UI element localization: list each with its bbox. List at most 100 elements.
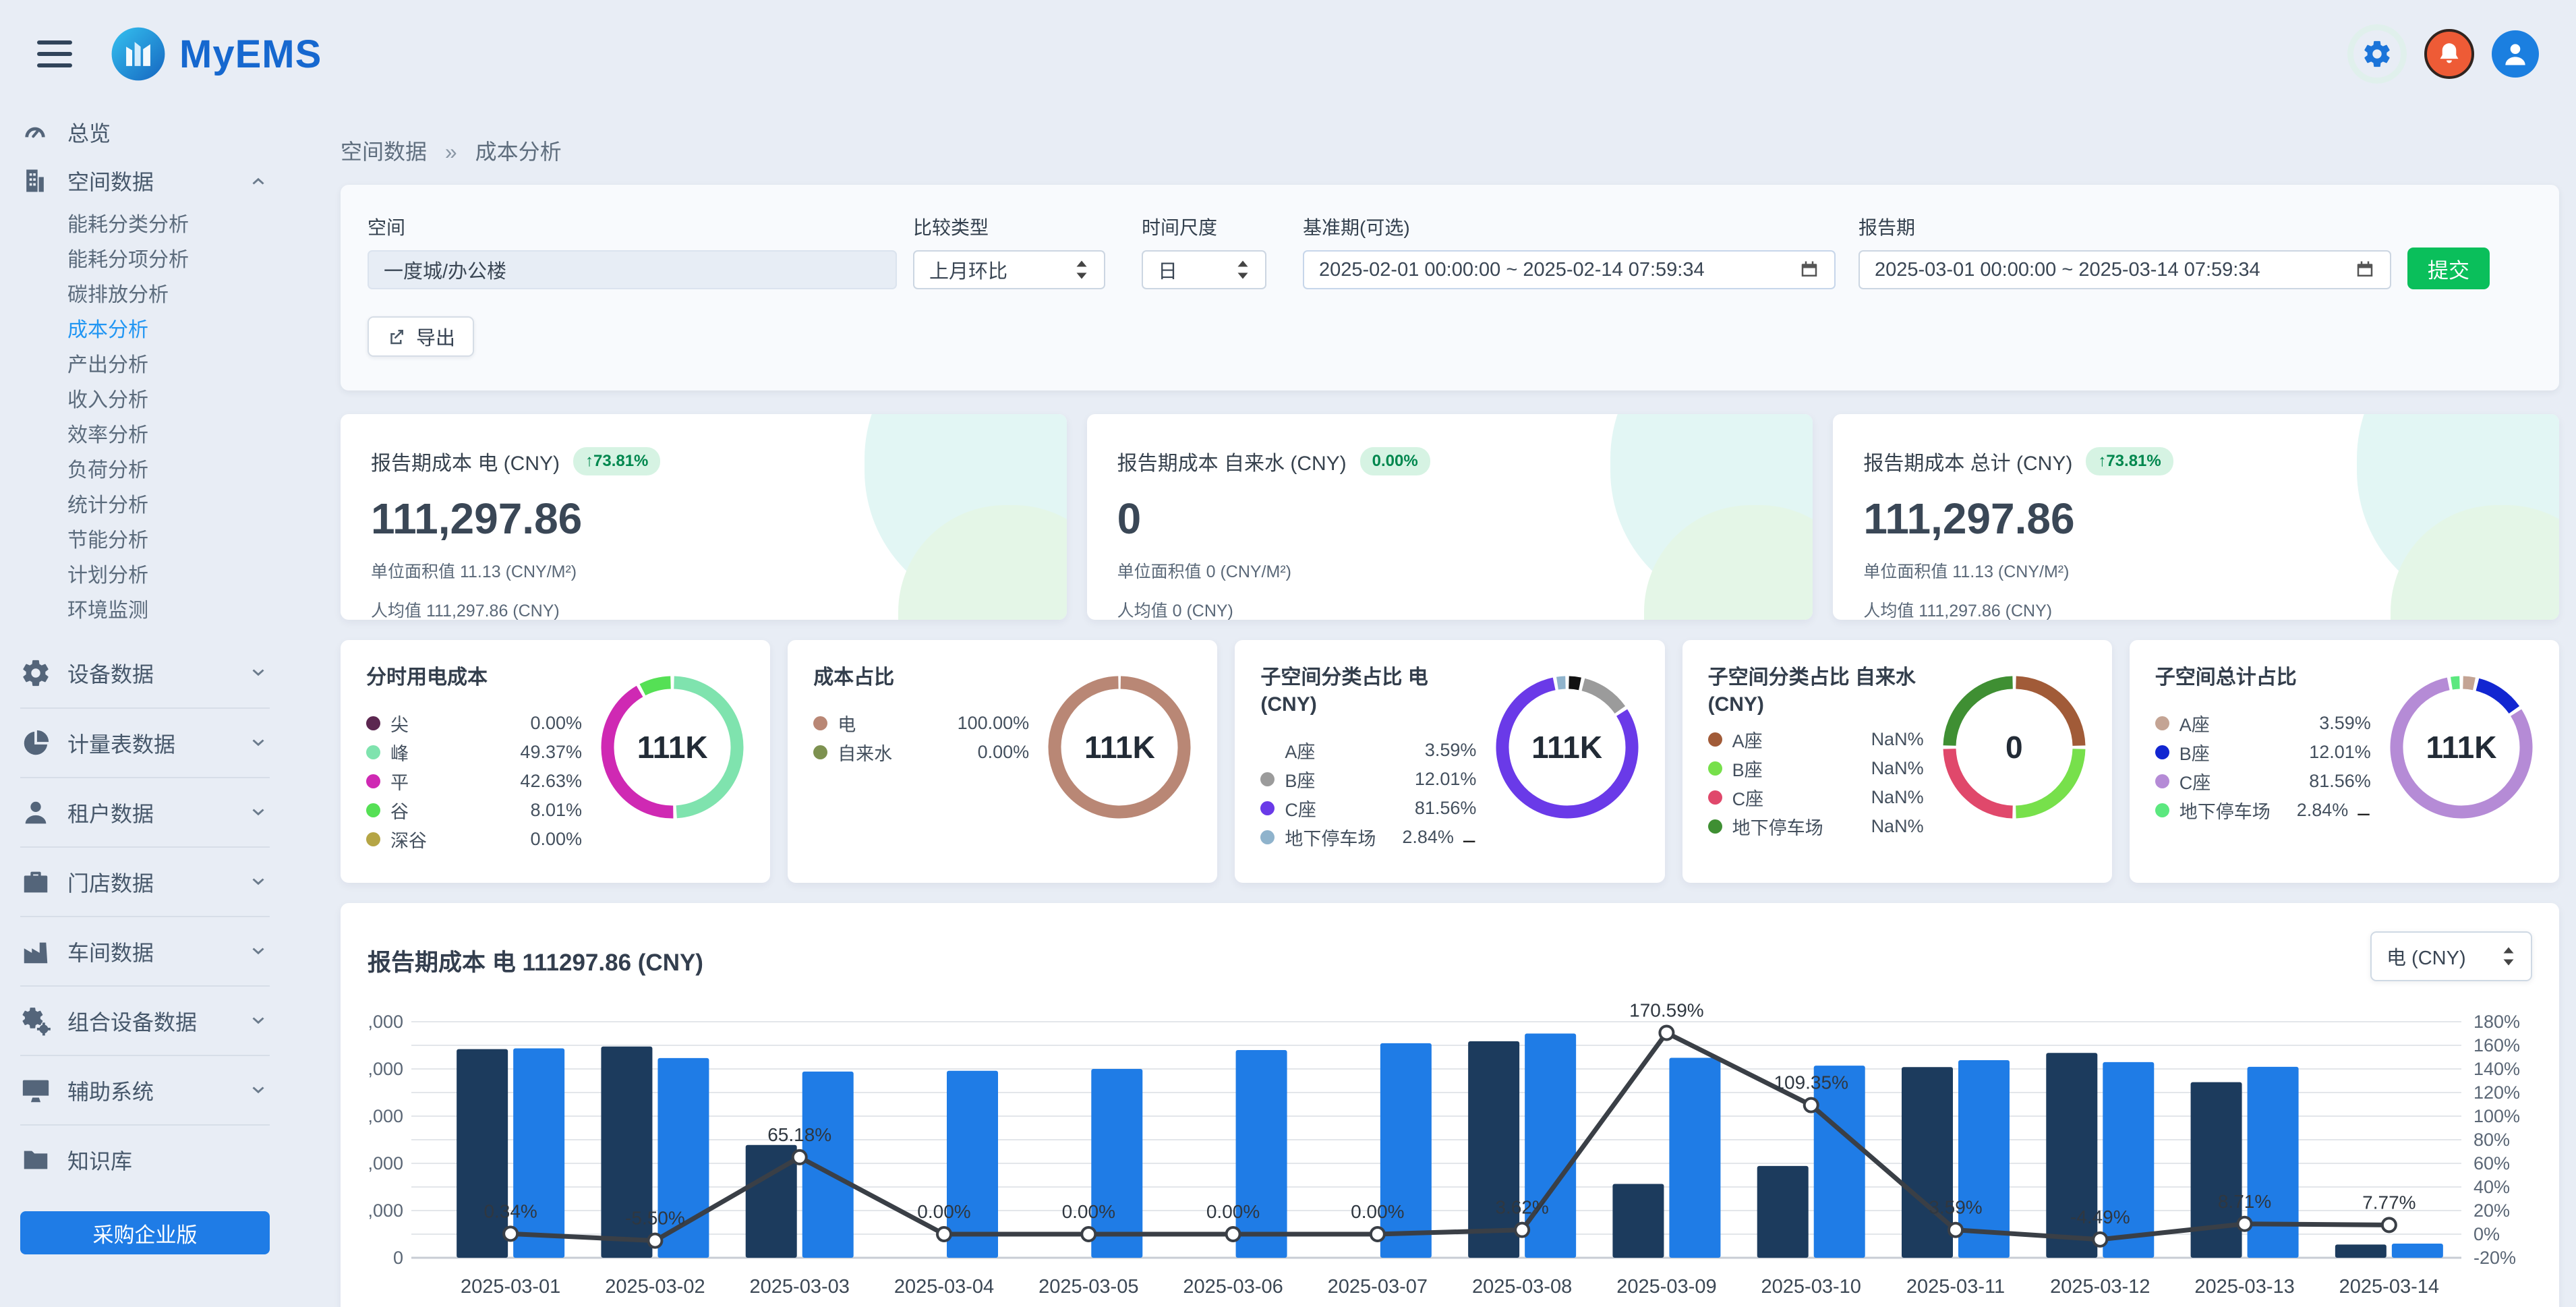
sidebar-section-gears[interactable]: 组合设备数据 bbox=[20, 985, 270, 1055]
sidebar-subitem[interactable]: 产出分析 bbox=[67, 348, 270, 383]
breadcrumb-parent[interactable]: 空间数据 bbox=[341, 140, 427, 164]
bar-reporting-period[interactable] bbox=[2103, 1062, 2154, 1258]
line-point[interactable] bbox=[1515, 1223, 1529, 1237]
sidebar-subitem[interactable]: 统计分析 bbox=[67, 488, 270, 523]
bar-base-period[interactable] bbox=[1612, 1184, 1664, 1258]
bar-reporting-period[interactable] bbox=[1236, 1050, 1287, 1258]
legend-item[interactable]: B座12.01% bbox=[2155, 738, 2371, 767]
sidebar-section-briefcase[interactable]: 门店数据 bbox=[20, 846, 270, 916]
legend-item[interactable]: 地下停车场2.84%⚊ bbox=[2155, 796, 2371, 825]
legend-item[interactable]: 平42.63% bbox=[366, 767, 582, 796]
bar-base-period[interactable] bbox=[1468, 1041, 1519, 1258]
app-logo[interactable]: MyEMS bbox=[109, 25, 322, 83]
buy-enterprise-button[interactable]: 采购企业版 bbox=[20, 1211, 270, 1254]
sidebar-item-overview[interactable]: 总览 bbox=[20, 108, 270, 156]
app-title: MyEMS bbox=[179, 32, 322, 77]
legend-item[interactable]: 谷8.01% bbox=[366, 796, 582, 825]
sidebar-subitem[interactable]: 计划分析 bbox=[67, 558, 270, 593]
bar-reporting-period[interactable] bbox=[2392, 1244, 2443, 1258]
sidebar-section-factory[interactable]: 车间数据 bbox=[20, 916, 270, 985]
energy-type-select[interactable]: 电 (CNY) bbox=[2370, 931, 2532, 981]
line-point[interactable] bbox=[937, 1227, 951, 1241]
bar-reporting-period[interactable] bbox=[513, 1049, 564, 1258]
legend-item[interactable]: 地下停车场2.84%⚊ bbox=[1260, 823, 1476, 852]
bar-reporting-period[interactable] bbox=[1669, 1058, 1720, 1258]
legend-item[interactable]: A座3.59% bbox=[2155, 709, 2371, 738]
bar-reporting-period[interactable] bbox=[947, 1071, 998, 1258]
line-point[interactable] bbox=[1805, 1099, 1818, 1112]
sidebar-subitem[interactable]: 能耗分项分析 bbox=[67, 243, 270, 278]
svg-text:2025-03-10: 2025-03-10 bbox=[1761, 1276, 1861, 1298]
account-button[interactable] bbox=[2492, 30, 2539, 78]
bar-reporting-period[interactable] bbox=[1958, 1060, 2010, 1258]
bar-base-period[interactable] bbox=[457, 1049, 508, 1258]
bar-reporting-period[interactable] bbox=[1814, 1066, 1865, 1258]
legend-label: C座 bbox=[1732, 784, 1764, 811]
sidebar-section-pie[interactable]: 计量表数据 bbox=[20, 707, 270, 777]
bar-reporting-period[interactable] bbox=[2248, 1067, 2299, 1258]
line-point[interactable] bbox=[2382, 1218, 2396, 1231]
line-point[interactable] bbox=[1227, 1227, 1240, 1241]
base-period-input[interactable]: 2025-02-01 00:00:00 ~ 2025-02-14 07:59:3… bbox=[1303, 250, 1836, 289]
line-point[interactable] bbox=[1660, 1026, 1673, 1039]
legend-label: 地下停车场 bbox=[1285, 824, 1376, 850]
legend-marker bbox=[366, 832, 380, 846]
legend-item[interactable]: A座NaN% bbox=[1708, 725, 1924, 754]
sidebar-section-gear[interactable]: 设备数据 bbox=[20, 638, 270, 707]
space-input[interactable]: 一度城/办公楼 bbox=[368, 250, 897, 289]
export-button[interactable]: 导出 bbox=[368, 316, 474, 357]
submit-button[interactable]: 提交 bbox=[2407, 248, 2490, 289]
legend-item[interactable]: B座NaN% bbox=[1708, 754, 1924, 783]
legend-item[interactable]: C座81.56% bbox=[2155, 767, 2371, 796]
legend-item[interactable]: 尖0.00% bbox=[366, 709, 582, 738]
sidebar-subitem-active[interactable]: 成本分析 bbox=[67, 313, 270, 348]
line-point[interactable] bbox=[793, 1151, 807, 1164]
line-point[interactable] bbox=[1082, 1227, 1095, 1241]
sidebar-subitem[interactable]: 收入分析 bbox=[67, 383, 270, 418]
sidebar-section-user[interactable]: 租户数据 bbox=[20, 777, 270, 846]
menu-toggle-icon[interactable] bbox=[37, 40, 72, 67]
legend-item[interactable]: 地下停车场NaN% bbox=[1708, 812, 1924, 841]
line-point[interactable] bbox=[1949, 1223, 1962, 1237]
bar-reporting-period[interactable] bbox=[1091, 1069, 1142, 1258]
legend-item[interactable]: C座81.56% bbox=[1260, 794, 1476, 823]
svg-text:40%: 40% bbox=[2473, 1177, 2510, 1197]
settings-button[interactable] bbox=[2347, 24, 2407, 84]
sidebar-section-monitor[interactable]: 辅助系统 bbox=[20, 1055, 270, 1124]
legend-item[interactable]: 深谷0.00% bbox=[366, 825, 582, 854]
sidebar-subitem[interactable]: 节能分析 bbox=[67, 523, 270, 558]
legend-item[interactable]: B座12.01% bbox=[1260, 765, 1476, 794]
sidebar-group-space-data[interactable]: 空间数据 bbox=[20, 156, 270, 205]
sidebar-subitem[interactable]: 效率分析 bbox=[67, 418, 270, 453]
sidebar-section-folder[interactable]: 知识库 bbox=[20, 1124, 270, 1194]
sidebar-subitem[interactable]: 负荷分析 bbox=[67, 453, 270, 488]
line-point[interactable] bbox=[1371, 1227, 1384, 1241]
bar-base-period[interactable] bbox=[2191, 1082, 2242, 1258]
legend-item[interactable]: 电100.00% bbox=[813, 709, 1029, 738]
bar-base-period[interactable] bbox=[1902, 1067, 1953, 1258]
bar-base-period[interactable] bbox=[1757, 1166, 1809, 1258]
svg-text:2025-03-11: 2025-03-11 bbox=[1906, 1276, 2005, 1298]
period-type-select[interactable]: 日 bbox=[1142, 250, 1266, 289]
sidebar-subitem[interactable]: 碳排放分析 bbox=[67, 278, 270, 313]
bar-base-period[interactable] bbox=[2335, 1244, 2387, 1258]
line-point[interactable] bbox=[648, 1234, 662, 1248]
line-point[interactable] bbox=[2238, 1217, 2252, 1231]
line-point[interactable] bbox=[2093, 1233, 2107, 1246]
notifications-button[interactable] bbox=[2424, 29, 2474, 79]
comparison-type-select[interactable]: 上月环比 bbox=[913, 250, 1105, 289]
legend-item[interactable]: A座3.59% bbox=[1260, 736, 1476, 765]
legend-marker bbox=[2155, 745, 2169, 759]
legend-item[interactable]: 自来水0.00% bbox=[813, 738, 1029, 767]
legend-item[interactable]: 峰49.37% bbox=[366, 738, 582, 767]
bar-reporting-period[interactable] bbox=[1380, 1043, 1432, 1258]
sidebar-subitem[interactable]: 能耗分类分析 bbox=[67, 208, 270, 243]
reporting-period-input[interactable]: 2025-03-01 00:00:00 ~ 2025-03-14 07:59:3… bbox=[1858, 250, 2391, 289]
sidebar-subitem[interactable]: 环境监测 bbox=[67, 593, 270, 629]
svg-text:2025-03-03: 2025-03-03 bbox=[750, 1276, 850, 1298]
donut-chart: 111K bbox=[1490, 670, 1645, 825]
bar-reporting-period[interactable] bbox=[1525, 1034, 1576, 1258]
legend-item[interactable]: C座NaN% bbox=[1708, 783, 1924, 812]
select-caret-icon bbox=[1235, 260, 1250, 280]
line-point[interactable] bbox=[504, 1227, 517, 1240]
